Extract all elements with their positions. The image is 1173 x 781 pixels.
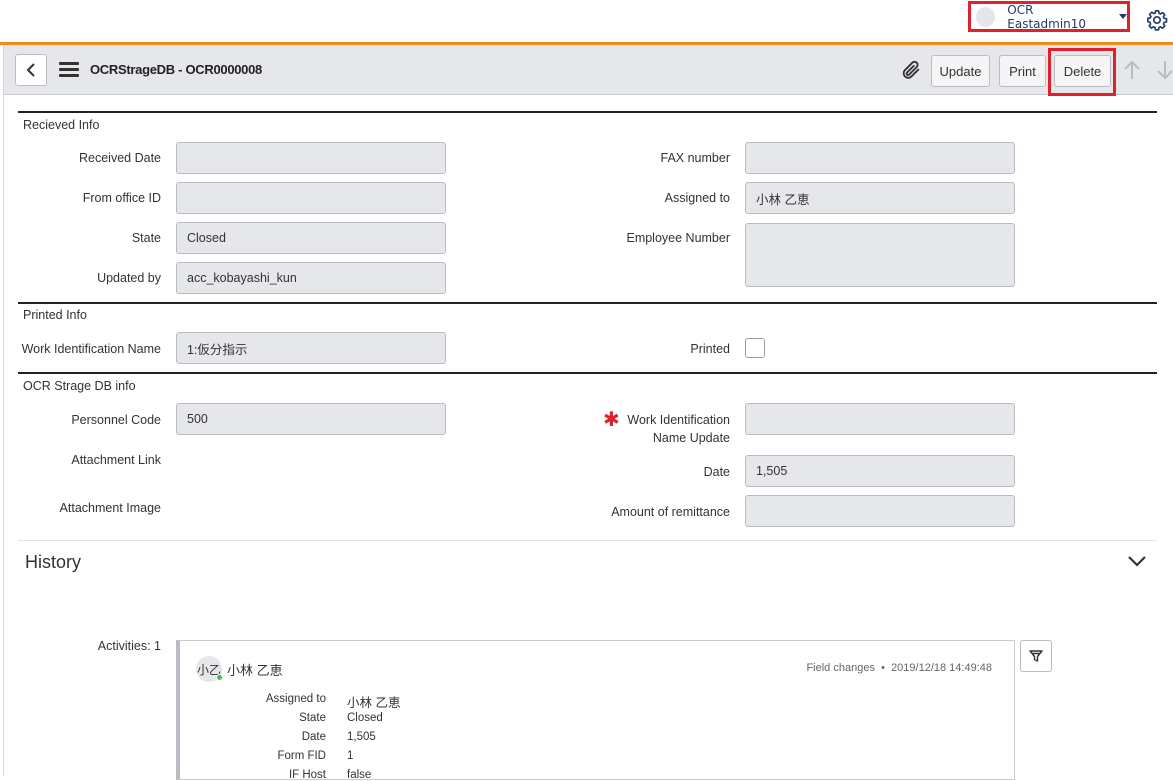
arrow-down-icon[interactable] — [1155, 59, 1173, 81]
printed-label: Printed — [690, 342, 730, 356]
print-button[interactable]: Print — [999, 55, 1046, 87]
filter-button[interactable] — [1020, 640, 1052, 672]
change-value: 1 — [347, 750, 354, 762]
updated-by-label: Updated by — [97, 271, 161, 285]
section-title-printed: Printed Info — [23, 308, 87, 322]
change-field: Form FID — [277, 750, 326, 762]
change-field: Assigned to — [265, 693, 326, 705]
chevron-left-icon — [26, 63, 35, 77]
caret-down-icon — [1119, 14, 1127, 19]
printed-checkbox[interactable] — [745, 338, 765, 358]
state-label: State — [131, 231, 161, 245]
change-value: 1,505 — [347, 731, 376, 743]
activity-meta: Field changes • 2019/12/18 14:49:48 — [806, 662, 992, 674]
employee-number-field[interactable] — [745, 223, 1015, 287]
from-office-label: From office ID — [82, 191, 161, 205]
work-id-update-label-line2: Name Update — [652, 431, 730, 445]
activity-card: 小乙 小林 乙恵 Field changes • 2019/12/18 14:4… — [176, 640, 1015, 781]
attachment-image-label: Attachment Image — [59, 501, 161, 515]
change-value: 小林 乙恵 — [347, 696, 401, 710]
personnel-code-field[interactable]: 500 — [176, 403, 446, 435]
updated-by-field[interactable]: acc_kobayashi_kun — [176, 262, 446, 294]
work-id-update-label-line1: Work Identification — [627, 413, 730, 427]
date-field[interactable]: 1,505 — [745, 455, 1015, 487]
page-title: OCRStrageDB - OCR0000008 — [90, 62, 262, 77]
record-header: OCRStrageDB - OCR0000008 Update Print De… — [4, 45, 1173, 96]
presence-dot — [216, 674, 223, 681]
amount-label: Amount of remittance — [611, 505, 730, 519]
assigned-to-label: Assigned to — [664, 191, 730, 205]
section-divider — [18, 372, 1157, 374]
delete-button[interactable]: Delete — [1054, 55, 1111, 87]
gear-icon[interactable] — [1146, 9, 1168, 31]
filter-icon — [1029, 650, 1043, 662]
activity-timestamp: 2019/12/18 14:49:48 — [891, 662, 992, 674]
change-field: State — [299, 712, 326, 724]
history-divider — [18, 540, 1157, 541]
history-title: History — [25, 552, 82, 572]
received-date-field[interactable] — [176, 142, 446, 174]
fax-label: FAX number — [660, 151, 730, 165]
state-field[interactable]: Closed — [176, 222, 446, 254]
personnel-code-label: Personnel Code — [71, 413, 161, 427]
change-value: false — [347, 769, 372, 781]
menu-icon[interactable] — [59, 62, 79, 78]
date-label: Date — [703, 465, 730, 479]
user-menu[interactable]: OCR Eastadmin10 — [968, 1, 1130, 32]
user-avatar — [976, 6, 996, 27]
change-field: IF Host — [288, 769, 326, 781]
section-divider — [18, 111, 1157, 113]
section-title-received: Recieved Info — [23, 118, 100, 132]
user-name: OCR Eastadmin10 — [1007, 2, 1087, 31]
meta-separator: • — [881, 662, 885, 674]
arrow-up-icon[interactable] — [1122, 59, 1142, 81]
section-divider — [18, 302, 1157, 304]
work-id-update-field[interactable] — [745, 403, 1015, 435]
attachment-link-label: Attachment Link — [71, 453, 161, 467]
change-value: Closed — [347, 712, 383, 724]
work-id-name-field[interactable]: 1:仮分指示 — [176, 332, 446, 364]
fax-field[interactable] — [745, 142, 1015, 174]
update-button[interactable]: Update — [931, 55, 990, 87]
employee-number-label: Employee Number — [626, 231, 730, 245]
change-field: Date — [301, 731, 326, 743]
received-date-label: Received Date — [79, 151, 161, 165]
chevron-down-icon[interactable] — [1126, 553, 1148, 569]
assigned-to-field[interactable]: 小林 乙恵 — [745, 182, 1015, 214]
activities-label: Activities: 1 — [97, 639, 161, 653]
activity-type: Field changes — [806, 662, 875, 674]
activity-user: 小林 乙恵 — [227, 663, 283, 678]
section-title-ocr: OCR Strage DB info — [23, 379, 136, 393]
top-bar: OCR Eastadmin10 — [0, 0, 1173, 42]
left-rail — [0, 45, 4, 776]
amount-field[interactable] — [745, 495, 1015, 527]
back-button[interactable] — [15, 54, 47, 86]
paperclip-icon[interactable] — [900, 59, 922, 81]
work-id-name-label: Work Identification Name — [21, 342, 161, 356]
from-office-field[interactable] — [176, 182, 446, 214]
